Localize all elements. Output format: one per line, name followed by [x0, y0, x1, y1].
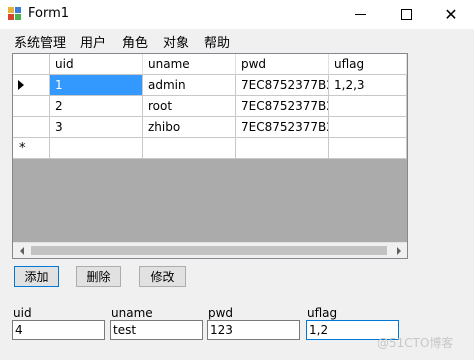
- app-icon: [8, 7, 22, 21]
- maximize-icon: [400, 9, 412, 20]
- cell-uflag[interactable]: 1,2,3: [329, 75, 407, 96]
- column-header-uflag[interactable]: uflag: [329, 54, 407, 75]
- pwd-label: pwd: [208, 306, 234, 320]
- row-header[interactable]: [13, 75, 50, 96]
- uid-label: uid: [13, 306, 32, 320]
- cell-uname[interactable]: zhibo: [143, 117, 236, 138]
- horizontal-scrollbar[interactable]: [13, 242, 407, 258]
- cell-pwd[interactable]: [236, 138, 329, 159]
- cell-uname[interactable]: [143, 138, 236, 159]
- column-header-pwd[interactable]: pwd: [236, 54, 329, 75]
- uflag-label: uflag: [307, 306, 338, 320]
- new-row-marker: *: [19, 141, 26, 156]
- cell-uflag[interactable]: [329, 138, 407, 159]
- menu-system-management[interactable]: 系统管理: [14, 32, 66, 51]
- watermark: @51CTO博客: [377, 336, 454, 350]
- delete-button[interactable]: 删除: [76, 266, 121, 287]
- cell-uname[interactable]: admin: [143, 75, 236, 96]
- scroll-right-icon: [396, 247, 401, 255]
- cell-uname[interactable]: root: [143, 96, 236, 117]
- minimize-icon: [354, 14, 366, 15]
- close-button[interactable]: ✕: [428, 0, 474, 29]
- select-all-corner[interactable]: [13, 54, 50, 75]
- scrollbar-thumb[interactable]: [31, 246, 387, 255]
- column-header-uid[interactable]: uid: [50, 54, 143, 75]
- uname-field[interactable]: [110, 320, 203, 340]
- scroll-left-icon: [19, 247, 24, 255]
- cell-uid[interactable]: 3: [50, 117, 143, 138]
- uname-label: uname: [111, 306, 153, 320]
- edit-button[interactable]: 修改: [139, 266, 186, 287]
- pwd-field[interactable]: [207, 320, 300, 340]
- menu-help[interactable]: 帮助: [204, 32, 230, 51]
- scroll-left-button[interactable]: [13, 243, 30, 258]
- cell-uid[interactable]: 1: [50, 75, 143, 96]
- cell-pwd[interactable]: 7EC8752377B26...: [236, 96, 329, 117]
- title-bar[interactable]: Form1 ✕: [0, 0, 474, 29]
- row-header[interactable]: [13, 117, 50, 138]
- cell-pwd[interactable]: 7EC8752377B26...: [236, 75, 329, 96]
- close-icon: ✕: [444, 5, 458, 24]
- column-header-uname[interactable]: uname: [143, 54, 236, 75]
- minimize-button[interactable]: [337, 0, 383, 29]
- menu-object[interactable]: 对象: [163, 32, 189, 51]
- uid-field[interactable]: [12, 320, 105, 340]
- cell-pwd[interactable]: 7EC8752377B26...: [236, 117, 329, 138]
- cell-uflag[interactable]: [329, 117, 407, 138]
- data-grid[interactable]: uid uname pwd uflag 1 admin 7EC8752377B2…: [12, 53, 408, 259]
- cell-uflag[interactable]: [329, 96, 407, 117]
- row-header[interactable]: [13, 96, 50, 117]
- add-button[interactable]: 添加: [14, 266, 59, 287]
- menu-bar: 系统管理 用户 角色 对象 帮助: [0, 29, 474, 51]
- current-row-arrow-icon: [18, 80, 24, 90]
- row-header[interactable]: *: [13, 138, 50, 159]
- cell-uid[interactable]: 2: [50, 96, 143, 117]
- menu-user[interactable]: 用户: [80, 32, 106, 51]
- window-title: Form1: [28, 6, 70, 21]
- scroll-right-button[interactable]: [390, 243, 407, 258]
- maximize-button[interactable]: [383, 0, 429, 29]
- menu-role[interactable]: 角色: [122, 32, 148, 51]
- cell-uid[interactable]: [50, 138, 143, 159]
